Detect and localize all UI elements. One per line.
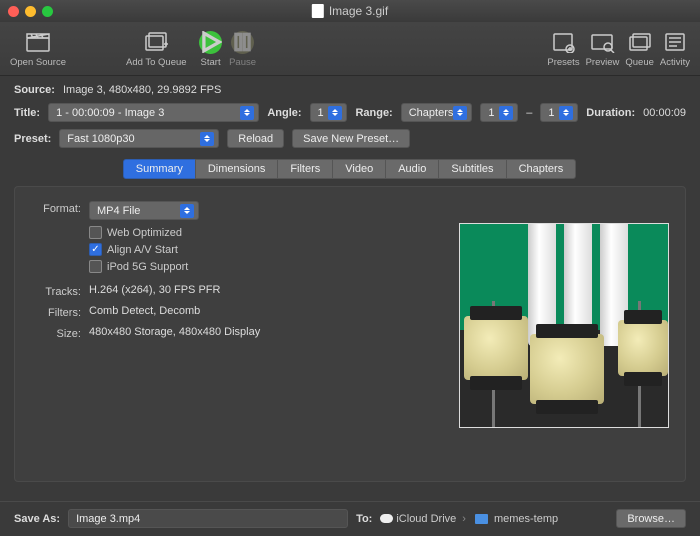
saveas-input[interactable]: Image 3.mp4: [68, 509, 348, 528]
source-label: Source:: [14, 84, 55, 96]
close-window-button[interactable]: [8, 6, 19, 17]
preview-thumbnail: [459, 223, 669, 428]
presets-button[interactable]: Presets: [547, 29, 579, 68]
queue-icon: [626, 29, 654, 55]
tab-bar: Summary Dimensions Filters Video Audio S…: [14, 159, 686, 179]
window-title-text: Image 3.gif: [329, 4, 388, 18]
title-select[interactable]: 1 - 00:00:09 - Image 3: [48, 103, 259, 122]
add-to-queue-icon: [142, 29, 170, 55]
summary-left: Format: MP4 File Web Optimized Align A/V…: [31, 201, 331, 467]
ipod-row[interactable]: iPod 5G Support: [89, 260, 199, 273]
reload-button[interactable]: Reload: [227, 129, 284, 148]
checkbox-checked-icon: [89, 243, 102, 256]
range-from-select[interactable]: 1: [480, 103, 518, 122]
align-av-row[interactable]: Align A/V Start: [89, 243, 199, 256]
filters-value: Comb Detect, Decomb: [89, 305, 200, 317]
tracks-label: Tracks:: [31, 284, 81, 298]
duration-label: Duration:: [586, 107, 635, 119]
queue-label: Queue: [625, 57, 654, 68]
preset-label: Preset:: [14, 133, 51, 145]
source-row: Source: Image 3, 480x480, 29.9892 FPS: [14, 84, 686, 96]
range-to-select[interactable]: 1: [540, 103, 578, 122]
size-label: Size:: [31, 326, 81, 340]
clapperboard-icon: [24, 29, 52, 55]
presets-icon: [549, 29, 577, 55]
range-to-value: 1: [548, 107, 554, 119]
browse-button[interactable]: Browse…: [616, 509, 686, 528]
preview-label: Preview: [586, 57, 620, 68]
window-controls: [8, 6, 53, 17]
minimize-window-button[interactable]: [25, 6, 36, 17]
pause-icon: [229, 29, 257, 55]
title-row: Title: 1 - 00:00:09 - Image 3 Angle: 1 R…: [14, 103, 686, 122]
start-label: Start: [201, 57, 221, 68]
duration-value: 00:00:09: [643, 107, 686, 119]
content-area: Source: Image 3, 480x480, 29.9892 FPS Ti…: [0, 76, 700, 490]
preview-icon: [588, 29, 616, 55]
play-icon: [197, 29, 225, 55]
web-optimized-row[interactable]: Web Optimized: [89, 226, 199, 239]
pause-button[interactable]: Pause: [229, 29, 257, 68]
open-source-button[interactable]: Open Source: [10, 29, 66, 68]
to-label: To:: [356, 513, 372, 525]
bottom-bar: Save As: Image 3.mp4 To: iCloud Drive › …: [14, 509, 686, 528]
range-label: Range:: [355, 107, 392, 119]
tab-video[interactable]: Video: [332, 159, 386, 179]
range-dash: –: [526, 107, 532, 119]
tab-audio[interactable]: Audio: [385, 159, 439, 179]
tab-chapters[interactable]: Chapters: [506, 159, 577, 179]
activity-label: Activity: [660, 57, 690, 68]
toolbar: Open Source Add To Queue Start Pause Pre…: [0, 22, 700, 76]
tab-summary[interactable]: Summary: [123, 159, 196, 179]
filters-label: Filters:: [31, 305, 81, 319]
presets-label: Presets: [547, 57, 579, 68]
preset-value: Fast 1080p30: [67, 133, 134, 145]
format-value: MP4 File: [97, 205, 140, 217]
range-from-value: 1: [488, 107, 494, 119]
activity-icon: [661, 29, 689, 55]
format-select[interactable]: MP4 File: [89, 201, 199, 220]
tracks-value: H.264 (x264), 30 FPS PFR: [89, 284, 220, 296]
save-new-preset-button[interactable]: Save New Preset…: [292, 129, 410, 148]
destination-path[interactable]: iCloud Drive › memes-temp: [380, 513, 558, 525]
start-button[interactable]: Start: [197, 29, 225, 68]
document-icon: [312, 4, 324, 18]
separator: [0, 501, 700, 502]
angle-select[interactable]: 1: [310, 103, 348, 122]
source-value: Image 3, 480x480, 29.9892 FPS: [63, 84, 221, 96]
window-title: Image 3.gif: [312, 4, 388, 18]
folder-icon: [475, 514, 488, 524]
summary-panel: Format: MP4 File Web Optimized Align A/V…: [14, 186, 686, 482]
queue-button[interactable]: Queue: [625, 29, 654, 68]
tab-filters[interactable]: Filters: [277, 159, 333, 179]
angle-value: 1: [318, 107, 324, 119]
size-value: 480x480 Storage, 480x480 Display: [89, 326, 260, 338]
add-to-queue-button[interactable]: Add To Queue: [126, 29, 187, 68]
preset-row: Preset: Fast 1080p30 Reload Save New Pre…: [14, 129, 686, 148]
open-source-label: Open Source: [10, 57, 66, 68]
tab-subtitles[interactable]: Subtitles: [438, 159, 506, 179]
format-label: Format:: [31, 201, 81, 215]
cloud-icon: [380, 514, 393, 523]
pause-label: Pause: [229, 57, 256, 68]
preset-select[interactable]: Fast 1080p30: [59, 129, 219, 148]
saveas-label: Save As:: [14, 513, 60, 525]
range-type-value: Chapters: [409, 107, 454, 119]
checkbox-icon: [89, 260, 102, 273]
add-to-queue-label: Add To Queue: [126, 57, 187, 68]
preview-button[interactable]: Preview: [586, 29, 620, 68]
activity-button[interactable]: Activity: [660, 29, 690, 68]
title-value: 1 - 00:00:09 - Image 3: [56, 107, 164, 119]
checkbox-icon: [89, 226, 102, 239]
range-type-select[interactable]: Chapters: [401, 103, 473, 122]
tab-dimensions[interactable]: Dimensions: [195, 159, 278, 179]
angle-label: Angle:: [267, 107, 301, 119]
title-label: Title:: [14, 107, 40, 119]
chevron-right-icon: ›: [462, 513, 466, 525]
zoom-window-button[interactable]: [42, 6, 53, 17]
titlebar: Image 3.gif: [0, 0, 700, 22]
